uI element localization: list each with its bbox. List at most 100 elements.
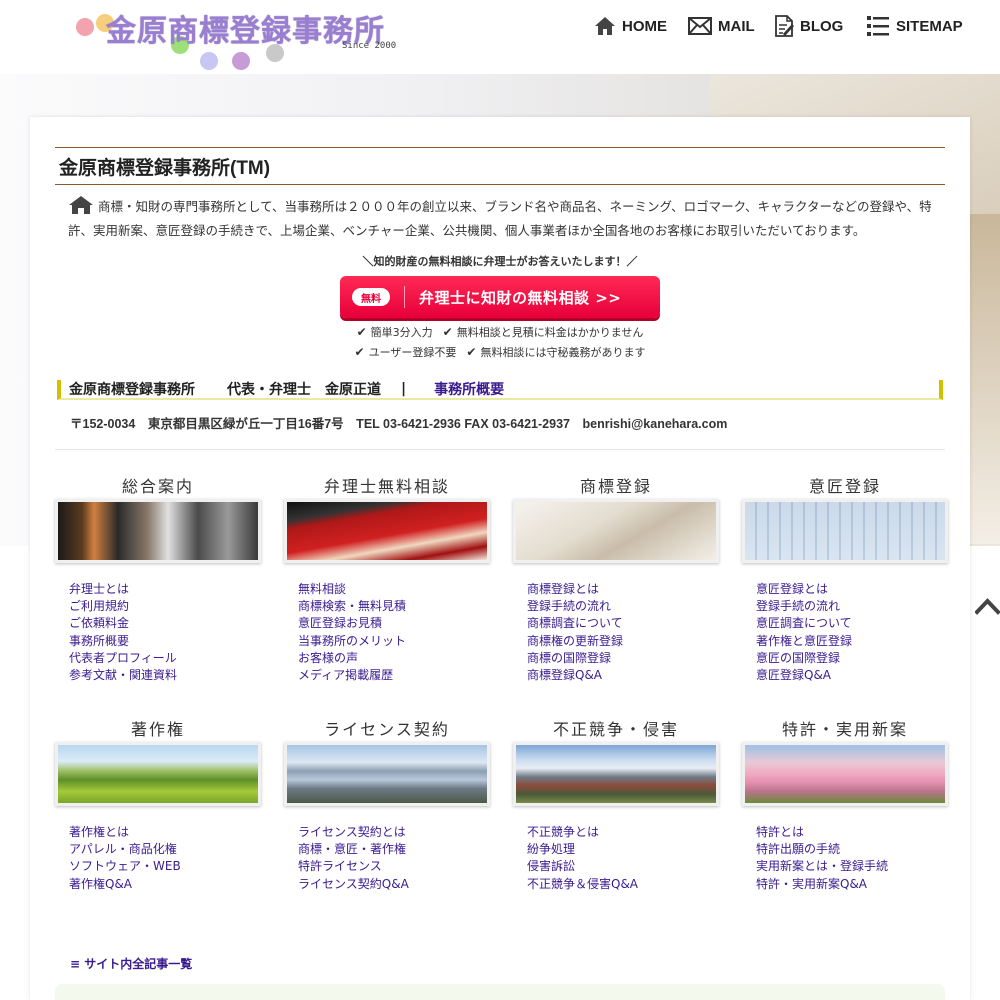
category-link[interactable]: 紛争処理 (527, 841, 719, 858)
category-link[interactable]: 代表者プロフィール (69, 650, 261, 667)
nav-blog[interactable]: BLOG (774, 12, 843, 40)
footer-green-box (55, 984, 945, 1000)
category-trademark: 商標登録 商標登録とは 登録手続の流れ 商標調査について 商標権の更新登録 商標… (513, 473, 719, 684)
category-link-list: 商標登録とは 登録手続の流れ 商標調査について 商標権の更新登録 商標の国際登録… (513, 581, 719, 684)
page-title: 金原商標登録事務所(TM) (55, 147, 945, 185)
consult-checks-row-2: ✔ ユーザー登録不要 ✔ 無料相談には守秘義務があります (30, 344, 970, 360)
category-link[interactable]: 商標・意匠・著作権 (298, 841, 490, 858)
category-link[interactable]: メディア掲載履歴 (298, 667, 490, 684)
category-title: 総合案内 (121, 477, 194, 496)
category-link[interactable]: ご依頼料金 (69, 615, 261, 632)
category-title: 著作権 (130, 720, 185, 739)
category-link[interactable]: 不正競争とは (527, 824, 719, 841)
intro-paragraph: 商標・知財の専門事務所として、当事務所は２０００年の創立以来、ブランド名や商品名… (68, 195, 938, 243)
check-item: ✔ 簡単3分入力 (357, 324, 433, 340)
category-link[interactable]: 不正競争＆侵害Q&A (527, 876, 719, 893)
office-representative: 代表・弁理士 金原正道 (227, 382, 381, 398)
category-link[interactable]: 商標権の更新登録 (527, 633, 719, 650)
logo-dot (76, 18, 94, 36)
checkmark-icon: ✔ (356, 325, 367, 339)
logo-dot (232, 52, 250, 70)
nav-sitemap[interactable]: SITEMAP (866, 12, 963, 40)
check-item: ✔ ユーザー登録不要 (355, 344, 457, 360)
category-link-list: 弁理士とは ご利用規約 ご依頼料金 事務所概要 代表者プロフィール 参考文献・関… (55, 581, 261, 684)
category-link[interactable]: ソフトウェア・WEB (69, 858, 261, 875)
nav-blog-label: BLOG (800, 17, 844, 35)
site-header: 金原商標登録事務所 Since 2000 HOME MAIL BLOG SITE… (0, 0, 1000, 74)
category-link[interactable]: 商標の国際登録 (527, 650, 719, 667)
category-link[interactable]: 著作権とは (69, 824, 261, 841)
category-link[interactable]: 登録手続の流れ (756, 598, 948, 615)
category-title: 意匠登録 (808, 477, 881, 496)
office-overview-link[interactable]: 事務所概要 (434, 379, 504, 399)
category-link[interactable]: 著作権Q&A (69, 876, 261, 893)
category-link[interactable]: 意匠の国際登録 (756, 650, 948, 667)
category-link[interactable]: 無料相談 (298, 581, 490, 598)
category-link[interactable]: 特許・実用新案Q&A (756, 876, 948, 893)
category-patent: 特許・実用新案 特許とは 特許出願の手続 実用新案とは・登録手続 特許・実用新案… (742, 716, 948, 893)
category-title: ライセンス契約 (324, 720, 450, 739)
category-link[interactable]: 商標検索・無料見積 (298, 598, 490, 615)
category-link[interactable]: 特許とは (756, 824, 948, 841)
category-link[interactable]: 侵害訴訟 (527, 858, 719, 875)
back-to-top-button[interactable] (974, 595, 1000, 617)
category-image-glasses[interactable] (513, 499, 719, 563)
category-image-blossom[interactable] (742, 742, 948, 806)
section-divider (55, 449, 945, 450)
category-link[interactable]: 商標登録とは (527, 581, 719, 598)
category-link[interactable]: 商標調査について (527, 615, 719, 632)
category-link[interactable]: ライセンス契約Q&A (298, 876, 490, 893)
nav-home-label: HOME (622, 17, 667, 35)
category-link[interactable]: 事務所概要 (69, 633, 261, 650)
category-image-lake[interactable] (284, 742, 490, 806)
category-link[interactable]: 意匠調査について (756, 615, 948, 632)
category-link[interactable]: 特許ライセンス (298, 858, 490, 875)
category-image-mountain[interactable] (513, 742, 719, 806)
category-link[interactable]: 著作権と意匠登録 (756, 633, 948, 650)
category-title: 商標登録 (579, 477, 652, 496)
category-link[interactable]: お客様の声 (298, 650, 490, 667)
category-link[interactable]: 実用新案とは・登録手続 (756, 858, 948, 875)
category-link[interactable]: 登録手続の流れ (527, 598, 719, 615)
all-articles-link[interactable]: ≡ サイト内全記事一覧 (70, 955, 192, 972)
office-info-bar: 金原商標登録事務所 代表・弁理士 金原正道 | 事務所概要 (57, 380, 943, 400)
category-image-field[interactable] (55, 742, 261, 806)
category-image-keyboard[interactable] (742, 499, 948, 563)
nav-mail[interactable]: MAIL (688, 12, 755, 40)
category-link[interactable]: ライセンス契約とは (298, 824, 490, 841)
nav-mail-label: MAIL (718, 17, 755, 35)
main-content-card: 金原商標登録事務所(TM) 商標・知財の専門事務所として、当事務所は２０００年の… (30, 117, 970, 1000)
check-label: 無料相談には守秘義務があります (480, 346, 646, 359)
category-link[interactable]: ご利用規約 (69, 598, 261, 615)
category-link[interactable]: 弁理士とは (69, 581, 261, 598)
mail-icon (688, 17, 712, 35)
category-image-library[interactable] (55, 499, 261, 563)
logo-since: Since 2000 (342, 41, 397, 51)
category-link-list: 意匠登録とは 登録手続の流れ 意匠調査について 著作権と意匠登録 意匠の国際登録… (742, 581, 948, 684)
category-link[interactable]: 特許出願の手続 (756, 841, 948, 858)
house-icon (69, 196, 93, 214)
category-link[interactable]: アパレル・商品化権 (69, 841, 261, 858)
site-logo[interactable]: 金原商標登録事務所 Since 2000 (70, 4, 410, 74)
category-link[interactable]: 商標登録Q&A (527, 667, 719, 684)
category-link[interactable]: 意匠登録お見積 (298, 615, 490, 632)
office-name: 金原商標登録事務所 (69, 382, 195, 398)
checkmark-icon: ✔ (354, 345, 365, 359)
category-link[interactable]: 当事務所のメリット (298, 633, 490, 650)
category-image-books[interactable] (284, 499, 490, 563)
free-consult-button[interactable]: 無料 弁理士に知財の無料相談 >> (340, 276, 660, 318)
category-link[interactable]: 意匠登録Q&A (756, 667, 948, 684)
category-link[interactable]: 意匠登録とは (756, 581, 948, 598)
category-link-list: 不正競争とは 紛争処理 侵害訴訟 不正競争＆侵害Q&A (513, 824, 719, 893)
category-link[interactable]: 参考文献・関連資料 (69, 667, 261, 684)
check-label: 簡単3分入力 (370, 326, 433, 339)
nav-home[interactable]: HOME (594, 12, 667, 40)
category-link-list: 著作権とは アパレル・商品化権 ソフトウェア・WEB 著作権Q&A (55, 824, 261, 893)
category-general: 総合案内 弁理士とは ご利用規約 ご依頼料金 事務所概要 代表者プロフィール 参… (55, 473, 261, 684)
category-free-consultation: 弁理士無料相談 無料相談 商標検索・無料見積 意匠登録お見積 当事務所のメリット… (284, 473, 490, 684)
intro-text: 商標・知財の専門事務所として、当事務所は２０００年の創立以来、ブランド名や商品名… (68, 199, 932, 238)
category-license: ライセンス契約 ライセンス契約とは 商標・意匠・著作権 特許ライセンス ライセン… (284, 716, 490, 893)
list-icon (867, 16, 889, 36)
check-label: ユーザー登録不要 (368, 346, 457, 359)
category-design: 意匠登録 意匠登録とは 登録手続の流れ 意匠調査について 著作権と意匠登録 意匠… (742, 473, 948, 684)
